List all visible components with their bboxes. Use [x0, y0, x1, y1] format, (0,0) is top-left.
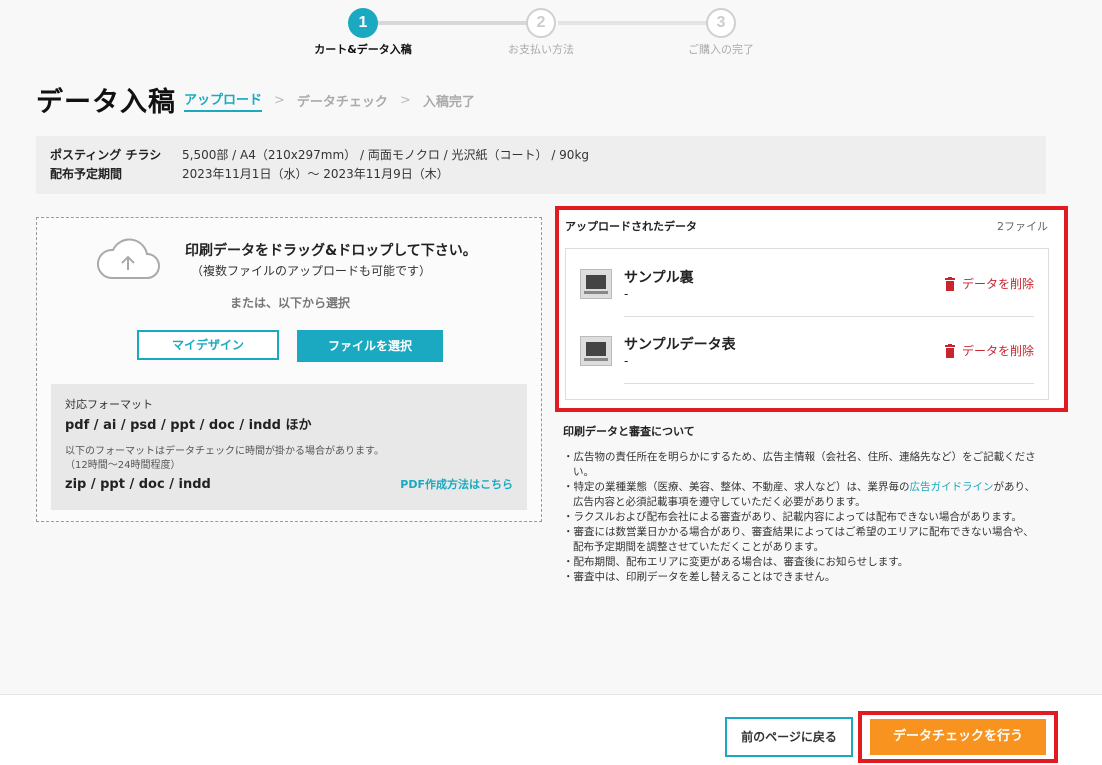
select-file-button[interactable]: ファイルを選択: [297, 330, 443, 362]
slow-formats-note: 以下のフォーマットはデータチェックに時間が掛かる場合があります。 （12時間～2…: [65, 445, 513, 473]
note-text: ・特定の業種業態（医療、美容、整体、不動産、求人など）は、業界毎の: [563, 481, 910, 493]
ad-guideline-link[interactable]: 広告ガイドライン: [910, 481, 994, 493]
cloud-upload-icon: [96, 238, 160, 279]
breadcrumb-separator: >: [274, 93, 285, 108]
trash-icon: [944, 343, 955, 358]
or-select-text: または、以下から選択: [229, 296, 350, 310]
file-name: サンプル裏: [624, 270, 694, 286]
back-button[interactable]: 前のページに戻る: [725, 717, 853, 757]
period-label: 配布予定期間: [50, 167, 123, 181]
list-item: サンプルデータ表 - データを削除: [566, 318, 1048, 384]
progress-stepper: 1 2 3 カート&データ入稿 お支払い方法 ご購入の完了: [300, 8, 780, 58]
file-meta: -: [624, 287, 629, 301]
note-item: ・ラクスルおよび配布会社による審査があり、記載内容によっては配布できない場合があ…: [563, 511, 1022, 523]
breadcrumb-upload: アップロード: [184, 89, 263, 112]
note-item: ・広告物の責任所在を明らかにするため、広告主情報（会社名、住所、連絡先など）をご…: [563, 451, 1036, 478]
file-meta: -: [624, 354, 629, 368]
delete-label: データを削除: [961, 277, 1034, 291]
slow-formats-note-text: 以下のフォーマットはデータチェックに時間が掛かる場合があります。: [65, 446, 384, 457]
note-item: ・配布期間、配布エリアに変更がある場合は、審査後にお知らせします。: [563, 556, 909, 568]
trash-icon: [944, 276, 955, 291]
drop-subtitle: （複数ファイルのアップロードも可能です）: [191, 264, 432, 278]
footer-bar: 前のページに戻る データチェックを行う: [0, 694, 1102, 765]
uploaded-files-title: アップロードされたデータ: [565, 220, 697, 233]
step-connector-1: [378, 21, 544, 25]
delete-file-button[interactable]: データを削除: [944, 342, 1034, 359]
breadcrumb-separator: >: [399, 93, 411, 108]
breadcrumb-complete: 入稿完了: [422, 95, 475, 110]
uploaded-files-panel: アップロードされたデータ 2ファイル サンプル裏 - データを削除 サンプルデー…: [555, 206, 1068, 412]
supported-formats-box: 対応フォーマット pdf / ai / psd / ppt / doc / in…: [51, 384, 527, 510]
order-summary: ポスティング チラシ 5,500部 / A4（210x297mm） / 両面モノ…: [36, 136, 1046, 194]
file-name: サンプルデータ表: [624, 337, 736, 353]
breadcrumb: アップロード > データチェック > 入稿完了: [184, 89, 475, 112]
delete-file-button[interactable]: データを削除: [944, 275, 1034, 292]
divider: [624, 316, 1034, 317]
step-1-circle: 1: [348, 8, 378, 38]
product-spec: 5,500部 / A4（210x297mm） / 両面モノクロ / 光沢紙（コー…: [182, 148, 590, 162]
pdf-guide-link[interactable]: PDF作成方法はこちら: [400, 476, 513, 492]
note-item: ・特定の業種業態（医療、美容、整体、不動産、求人など）は、業界毎の広告ガイドライ…: [563, 480, 1043, 510]
data-check-button[interactable]: データチェックを行う: [870, 719, 1046, 755]
delete-label: データを削除: [961, 344, 1034, 358]
step-connector-2: [558, 21, 724, 25]
file-drop-zone[interactable]: 印刷データをドラッグ&ドロップして下さい。 （複数ファイルのアップロードも可能で…: [36, 217, 542, 522]
step-2-circle: 2: [526, 8, 556, 38]
note-item: ・審査中は、印刷データを差し替えることはできません。: [563, 571, 836, 583]
uploaded-files-list: サンプル裏 - データを削除 サンプルデータ表 - データを削除: [565, 248, 1049, 400]
file-thumbnail-icon: [580, 336, 612, 366]
highlight-frame: データチェックを行う: [858, 711, 1058, 763]
drop-title: 印刷データをドラッグ&ドロップして下さい。: [185, 243, 477, 259]
formats-label: 対応フォーマット: [65, 398, 153, 411]
slow-formats-note-time: （12時間～24時間程度）: [65, 460, 181, 471]
step-1-label: カート&データ入稿: [314, 43, 412, 56]
page-title: データ入稿: [36, 87, 176, 118]
my-design-button[interactable]: マイデザイン: [137, 330, 279, 360]
breadcrumb-data-check: データチェック: [296, 95, 388, 110]
divider: [624, 383, 1034, 384]
step-3-circle: 3: [706, 8, 736, 38]
review-notes-list: ・広告物の責任所在を明らかにするため、広告主情報（会社名、住所、連絡先など）をご…: [563, 450, 1043, 585]
product-label: ポスティング チラシ: [50, 148, 162, 162]
uploaded-files-count: 2ファイル: [997, 220, 1048, 233]
formats-list: pdf / ai / psd / ppt / doc / indd ほか: [65, 418, 312, 433]
period-value: 2023年11月1日（水）～ 2023年11月9日（木）: [182, 167, 449, 181]
list-item: サンプル裏 - データを削除: [566, 251, 1048, 317]
step-2-label: お支払い方法: [508, 43, 574, 56]
file-thumbnail-icon: [580, 269, 612, 299]
review-notes-title: 印刷データと審査について: [563, 425, 695, 438]
step-3-label: ご購入の完了: [688, 43, 754, 56]
note-item: ・審査には数営業日かかる場合があり、審査結果によってはご希望のエリアに配布できな…: [563, 526, 1034, 553]
